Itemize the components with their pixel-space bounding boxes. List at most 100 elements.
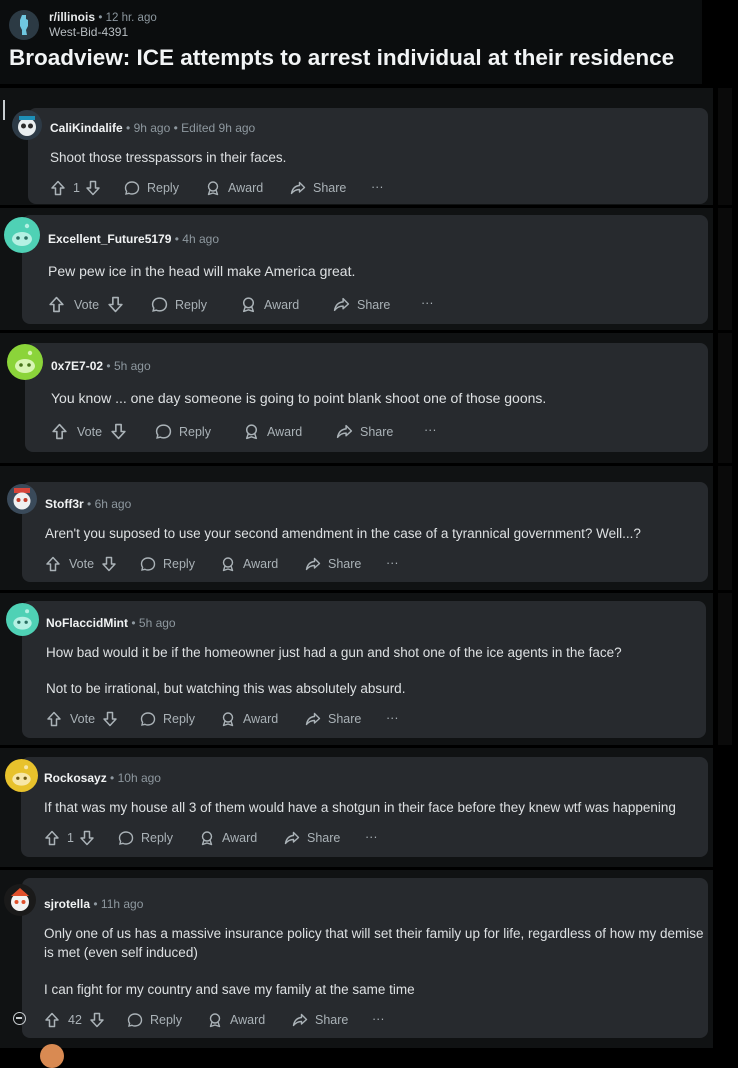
divider [0,330,738,333]
upvote-icon[interactable] [50,180,66,196]
comment-time: 10h ago [117,771,161,785]
award-button[interactable]: Award [199,830,257,846]
more-options-button[interactable]: ··· [365,830,378,844]
more-options-button[interactable]: ··· [386,556,399,570]
reply-icon [151,296,168,313]
reply-button[interactable]: Reply [140,711,195,727]
award-button[interactable]: Award [207,1012,265,1028]
user-avatar[interactable] [5,759,38,792]
subreddit-icon[interactable] [9,10,39,40]
user-avatar[interactable] [4,217,40,253]
comment-meta: Excellent_Future5179 • 4h ago [48,232,219,246]
award-icon [207,1012,223,1028]
more-options-button[interactable]: ··· [371,180,384,194]
share-icon [333,296,350,313]
vote-group: Vote [46,711,118,727]
vote-count: Vote [69,557,95,571]
more-options-button[interactable]: ··· [372,1012,385,1026]
upvote-icon[interactable] [45,556,61,572]
user-avatar[interactable] [12,110,42,140]
share-button[interactable]: Share [336,423,393,440]
comment-username[interactable]: Stoff3r [45,497,84,511]
share-button[interactable]: Share [333,296,390,313]
reply-button[interactable]: Reply [118,830,173,846]
share-button[interactable]: Share [305,556,361,572]
upvote-icon[interactable] [48,296,65,313]
upvote-icon[interactable] [44,1012,60,1028]
vote-count: 1 [67,831,74,845]
downvote-icon[interactable] [85,180,101,196]
comment-body: Only one of us has a massive insurance p… [44,926,704,941]
award-icon [243,423,260,440]
post-author[interactable]: West-Bid-4391 [49,25,128,39]
more-options-button[interactable]: ··· [386,711,399,725]
comment-username[interactable]: Excellent_Future5179 [48,232,171,246]
share-button[interactable]: Share [305,711,361,727]
reply-icon [140,711,156,727]
user-avatar[interactable] [7,484,37,514]
thread-line[interactable] [3,100,5,120]
vote-count: Vote [74,297,100,312]
comment-username[interactable]: 0x7E7-02 [51,359,103,373]
post-header: r/illinois • 12 hr. ago West-Bid-4391 Br… [0,0,702,84]
reply-button[interactable]: Reply [124,180,179,196]
upvote-icon[interactable] [51,423,68,440]
award-button[interactable]: Award [220,556,278,572]
award-icon [220,711,236,727]
reply-button[interactable]: Reply [140,556,195,572]
share-button[interactable]: Share [292,1012,348,1028]
scrollbar[interactable] [713,88,738,1048]
comment-meta: 0x7E7-02 • 5h ago [51,359,151,373]
upvote-icon[interactable] [46,711,62,727]
share-button[interactable]: Share [290,180,346,196]
award-button[interactable]: Award [240,296,299,313]
user-avatar[interactable] [7,344,43,380]
vote-count: Vote [77,424,103,439]
user-avatar[interactable] [40,1044,64,1068]
award-button[interactable]: Award [243,423,302,440]
comment-username[interactable]: sjrotella [44,897,90,911]
more-options-button[interactable]: ··· [421,296,434,310]
downvote-icon[interactable] [110,423,127,440]
downvote-icon[interactable] [79,830,95,846]
divider [0,590,738,593]
vote-group: 1 [44,830,95,846]
downvote-icon[interactable] [89,1012,105,1028]
comment-time: 5h ago [138,616,176,630]
edited-label: Edited 9h ago [181,121,256,135]
vote-group: Vote [48,296,124,313]
downvote-icon[interactable] [102,711,118,727]
vote-count: Vote [70,712,96,726]
more-options-button[interactable]: ··· [424,423,437,437]
collapse-thread-icon[interactable] [13,1012,26,1025]
user-avatar[interactable] [4,884,36,916]
reply-button[interactable]: Reply [127,1012,182,1028]
reply-icon [155,423,172,440]
subreddit-name[interactable]: r/illinois [49,10,95,24]
comment-meta: Rockosayz • 10h ago [44,771,161,785]
comment-time: 4h ago [182,232,219,246]
share-button[interactable]: Share [284,830,340,846]
comment-meta: NoFlaccidMint • 5h ago [46,616,176,630]
comment-username[interactable]: NoFlaccidMint [46,616,128,630]
reply-button[interactable]: Reply [151,296,207,313]
award-icon [240,296,257,313]
reply-icon [127,1012,143,1028]
downvote-icon[interactable] [101,556,117,572]
divider [0,745,738,748]
scrollbar-thumb[interactable] [718,88,732,748]
user-avatar[interactable] [6,603,39,636]
award-button[interactable]: Award [220,711,278,727]
comment-meta: Stoff3r • 6h ago [45,497,132,511]
comment-username[interactable]: Rockosayz [44,771,107,785]
comment-username[interactable]: CaliKindalife [50,121,123,135]
award-icon [205,180,221,196]
share-icon [284,830,300,846]
reply-icon [140,556,156,572]
reply-button[interactable]: Reply [155,423,211,440]
upvote-icon[interactable] [44,830,60,846]
downvote-icon[interactable] [107,296,124,313]
award-button[interactable]: Award [205,180,263,196]
vote-group: Vote [45,556,117,572]
divider [0,463,738,466]
